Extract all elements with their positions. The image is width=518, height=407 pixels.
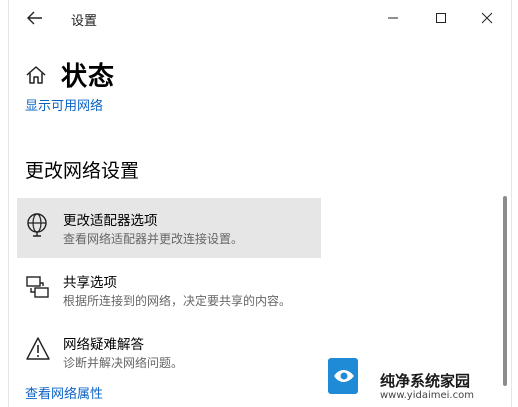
show-available-networks-link[interactable]: 显示可用网络 (25, 95, 103, 114)
back-arrow-icon (27, 11, 42, 25)
home-icon[interactable] (25, 64, 47, 86)
minimize-button[interactable] (373, 4, 413, 32)
option-title: 共享选项 (63, 275, 117, 291)
warning-triangle-icon (26, 337, 50, 360)
globe-network-icon (27, 213, 47, 237)
watermark-title: 纯净系统家园 (380, 372, 471, 390)
maximize-icon (436, 13, 446, 23)
option-title: 更改适配器选项 (63, 213, 158, 229)
option-subtitle: 根据所连接到的网络，决定要共享的内容。 (63, 294, 292, 308)
sharing-icon (26, 276, 49, 298)
settings-window: 设置 状态 显示可用网络 更改网络设置 更改适配器选项 查看网络适配器并更改连接… (8, 0, 512, 407)
watermark: 纯净系统家园 www.yidaimei.com (316, 352, 518, 407)
close-icon (481, 12, 493, 24)
maximize-button[interactable] (421, 4, 461, 32)
page-title: 状态 (61, 62, 116, 92)
network-troubleshooter-item[interactable]: 网络疑难解答 诊断并解决网络问题。 (17, 322, 321, 382)
option-subtitle: 查看网络适配器并更改连接设置。 (63, 232, 244, 246)
view-network-properties-link[interactable]: 查看网络属性 (25, 383, 103, 402)
option-title: 网络疑难解答 (63, 337, 144, 353)
window-title: 设置 (71, 14, 98, 29)
minimize-icon (388, 17, 398, 19)
title-bar: 设置 (9, 0, 511, 36)
close-button[interactable] (467, 4, 507, 32)
sharing-options-item[interactable]: 共享选项 根据所连接到的网络，决定要共享的内容。 (17, 260, 321, 320)
section-title: 更改网络设置 (25, 160, 140, 182)
change-adapter-options-item[interactable]: 更改适配器选项 查看网络适配器并更改连接设置。 (17, 198, 321, 258)
watermark-logo-icon (328, 358, 358, 394)
option-subtitle: 诊断并解决网络问题。 (63, 356, 184, 370)
watermark-url: www.yidaimei.com (380, 390, 474, 401)
back-button[interactable] (21, 6, 49, 30)
